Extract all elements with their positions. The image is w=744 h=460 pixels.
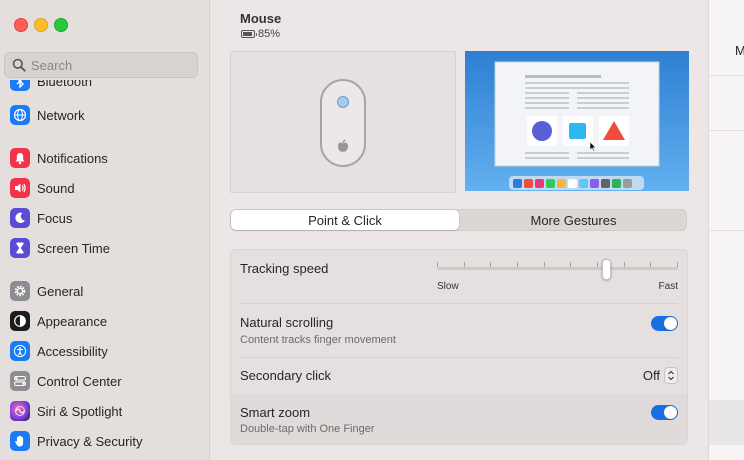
natural-scrolling-label: Natural scrolling [240,315,334,330]
battery-status: 85% [241,28,280,40]
sidebar-item-appearance[interactable]: Appearance [10,309,200,333]
close-window-button[interactable] [14,18,28,32]
sidebar: Bluetooth Network Notifications Sound Fo… [0,0,210,460]
hand-icon [10,431,30,451]
tab-more-gestures[interactable]: More Gestures [461,210,686,230]
tracking-speed-label: Tracking speed [240,261,329,276]
tracking-speed-row: Tracking speed Slow Fast [231,250,687,303]
divider [709,75,744,76]
smart-zoom-sublabel: Double-tap with One Finger [240,423,375,435]
sidebar-item-control-center[interactable]: Control Center [10,369,200,393]
sidebar-item-label: Accessibility [37,343,108,359]
battery-percent: 85% [258,28,281,40]
mouse-illustration [230,51,456,193]
secondary-click-popup[interactable]: Off [643,367,678,384]
slider-min-label: Slow [437,281,459,292]
search-field[interactable] [4,52,198,78]
secondary-click-row: Secondary click Off [231,358,687,394]
zoom-window-button[interactable] [54,18,68,32]
sidebar-item-label: Control Center [37,373,122,389]
sidebar-item-label: Sound [37,180,75,196]
siri-icon [10,401,30,421]
sidebar-item-label: Bluetooth [37,80,92,89]
moon-icon [10,208,30,228]
sidebar-item-label: Privacy & Security [37,433,143,449]
divider [709,130,744,131]
bell-icon [10,148,30,168]
page-title: Mouse [240,11,282,26]
sidebar-item-screen-time[interactable]: Screen Time [10,236,200,260]
gear-icon [10,281,30,301]
magic-mouse-icon [320,79,366,167]
hourglass-icon [10,238,30,258]
tab-point-and-click[interactable]: Point & Click [231,210,459,230]
smart-zoom-label: Smart zoom [240,405,311,420]
globe-icon [10,105,30,125]
sidebar-item-label: Siri & Spotlight [37,403,123,419]
background-window: M [708,0,744,460]
minimize-window-button[interactable] [34,18,48,32]
main-pane: Mouse 85% Point & Click More Gestures Tr… [210,0,708,460]
chevron-up-down-icon [664,367,678,384]
background-window-text: M [735,43,744,58]
sidebar-item-label: General [37,283,84,299]
sidebar-item-siri-spotlight[interactable]: Siri & Spotlight [10,399,200,423]
speaker-icon [10,178,30,198]
natural-scrolling-row: Natural scrolling Content tracks finger … [231,304,687,357]
search-input[interactable] [31,56,191,74]
tab-segmented-control: Point & Click More Gestures [230,209,687,231]
secondary-click-label: Secondary click [240,368,332,383]
divider [709,230,744,231]
sidebar-item-network[interactable]: Network [10,103,200,127]
slider-max-label: Fast [658,281,678,292]
sidebar-item-focus[interactable]: Focus [10,206,200,230]
sidebar-item-label: Network [37,107,85,123]
natural-scrolling-sublabel: Content tracks finger movement [240,334,396,346]
sidebar-item-label: Screen Time [37,240,110,256]
natural-scrolling-toggle[interactable] [651,316,678,331]
sidebar-item-privacy-security[interactable]: Privacy & Security [10,429,200,453]
sidebar-item-accessibility[interactable]: Accessibility [10,339,200,363]
secondary-click-value: Off [642,368,660,383]
appearance-icon [10,311,30,331]
sidebar-item-sound[interactable]: Sound [10,176,200,200]
smart-zoom-toggle[interactable] [651,405,678,420]
search-icon [12,58,26,72]
sidebar-item-notifications[interactable]: Notifications [10,146,200,170]
slider-thumb[interactable] [602,259,611,280]
background-window-row [709,400,744,445]
sidebar-item-bluetooth[interactable]: Bluetooth [10,80,200,94]
battery-icon [241,30,257,38]
gesture-preview-image [465,51,689,191]
bluetooth-icon [10,80,30,91]
sidebar-item-general[interactable]: General [10,279,200,303]
control-center-icon [10,371,30,391]
settings-list: Tracking speed Slow Fast Natural scrolli… [230,249,688,445]
sidebar-item-label: Focus [37,210,73,226]
smart-zoom-row: Smart zoom Double-tap with One Finger [231,394,687,444]
sidebar-item-label: Appearance [37,313,108,329]
sidebar-item-label: Notifications [37,150,108,166]
accessibility-icon [10,341,30,361]
